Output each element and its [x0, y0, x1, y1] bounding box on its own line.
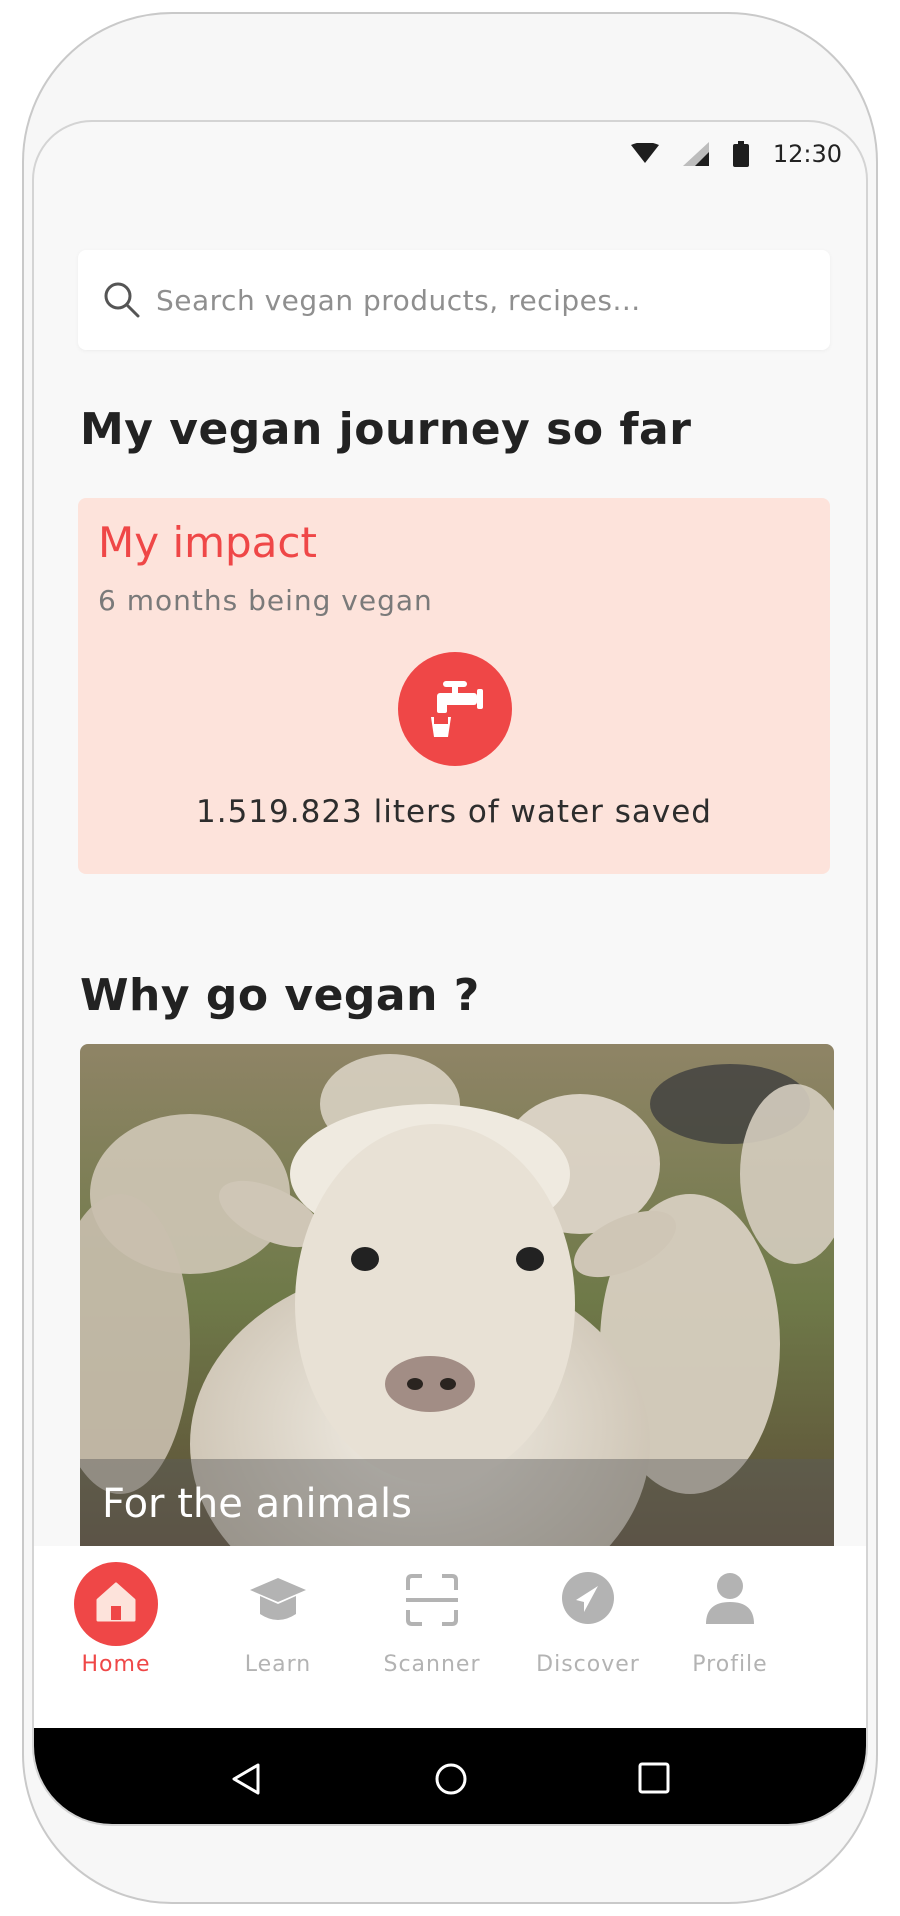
impact-icon-circle [398, 652, 512, 766]
graduation-cap-icon [250, 1578, 306, 1620]
app-screen: 12:30 Search vegan products, recipes... … [32, 120, 868, 1826]
tab-label-scanner: Scanner [383, 1652, 481, 1677]
status-time: 12:30 [772, 140, 842, 168]
search-bar[interactable]: Search vegan products, recipes... [78, 250, 830, 350]
tab-profile[interactable]: Profile [660, 1546, 800, 1728]
water-tap-icon [431, 681, 483, 737]
system-nav-bar [34, 1728, 866, 1824]
tab-label-profile: Profile [692, 1652, 768, 1677]
battery-icon [732, 141, 749, 167]
search-icon [104, 282, 140, 318]
tab-label-home: Home [81, 1652, 151, 1677]
impact-title: My impact [98, 518, 317, 567]
home-circle-icon[interactable] [434, 1762, 468, 1796]
journey-heading: My vegan journey so far [80, 404, 692, 455]
status-bar: 12:30 [630, 134, 842, 174]
tab-discover[interactable]: Discover [518, 1546, 658, 1728]
animals-card[interactable]: For the animals [80, 1044, 834, 1549]
back-icon[interactable] [230, 1762, 262, 1796]
tab-label-discover: Discover [536, 1652, 640, 1677]
tab-scanner[interactable]: Scanner [362, 1546, 502, 1728]
tab-label-learn: Learn [244, 1652, 312, 1677]
home-icon [96, 1582, 136, 1622]
impact-subtitle: 6 months being vegan [98, 584, 433, 617]
wifi-icon [630, 143, 659, 163]
tab-home[interactable]: Home [46, 1546, 186, 1728]
impact-value: 1.519.823 liters of water saved [196, 794, 712, 830]
tab-learn[interactable]: Learn [208, 1546, 348, 1728]
signal-icon [682, 142, 709, 166]
impact-card[interactable]: My impact 6 months being vegan 1.519.823… [78, 498, 830, 874]
recents-icon[interactable] [638, 1762, 670, 1794]
search-input[interactable]: Search vegan products, recipes... [156, 284, 641, 317]
profile-icon [706, 1573, 754, 1624]
bottom-tab-bar: Home Learn Scanner Discover Profile [34, 1546, 866, 1728]
scanner-icon [406, 1574, 458, 1626]
card-caption: For the animals [102, 1481, 412, 1527]
why-heading: Why go vegan ? [80, 970, 480, 1021]
compass-icon [562, 1572, 614, 1624]
